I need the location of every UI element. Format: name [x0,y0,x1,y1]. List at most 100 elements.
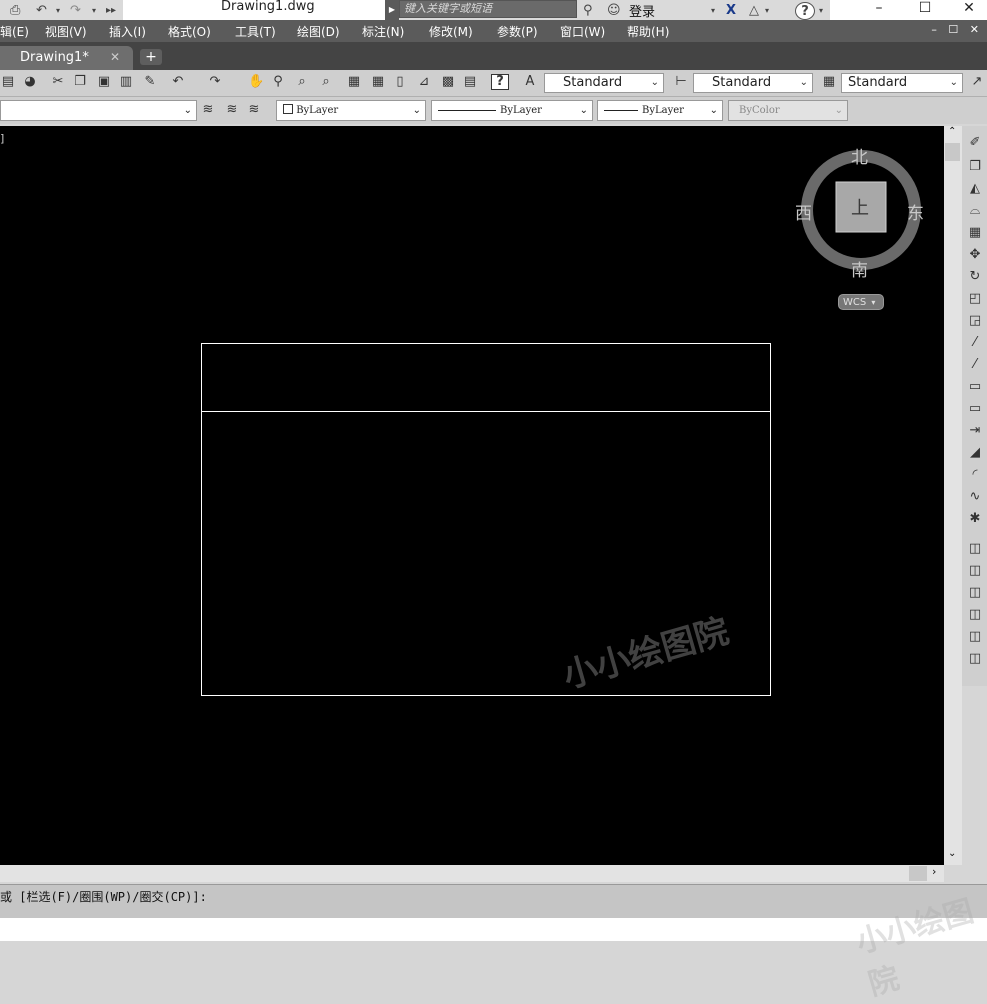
multileader-style-icon[interactable]: ↗ [969,74,985,90]
menu-modify[interactable]: 修改(M) [429,23,473,40]
zoom-realtime-icon[interactable]: ⚲ [270,74,286,90]
exchange-icon[interactable]: X [726,2,736,18]
layer-previous-icon[interactable]: ≋ [246,102,262,118]
explode-icon[interactable]: ✱ [966,510,984,528]
break-at-point-icon[interactable]: ▭ [966,378,984,396]
scale-icon[interactable]: ◰ [966,290,984,308]
vertical-scroll-thumb[interactable] [945,143,960,161]
zoom-previous-icon[interactable]: ⌕ [318,74,334,90]
extend-icon[interactable]: ⁄ [966,356,984,374]
expand-quick-access-icon[interactable]: ▸▸ [106,2,116,18]
user-icon[interactable]: ☺ [607,2,621,18]
copy-icon[interactable]: ❐ [72,74,88,90]
plot-icon[interactable]: ▤ [0,74,16,90]
text-to-front-icon[interactable]: ◫ [966,628,984,646]
mirror-icon[interactable]: ◭ [966,180,984,198]
color-select[interactable]: ByLayer ⌄ [276,100,426,121]
drawing-canvas[interactable]: 北 南 东 西 上 WCS ▾ ] 小小绘图院 [0,126,944,865]
redo-dropdown-icon[interactable]: ▾ [92,2,96,18]
layer-properties-icon[interactable]: ≋ [200,102,216,118]
draworder-front-icon[interactable]: ◫ [966,540,984,558]
dim-style-select[interactable]: Standard ⌄ [693,73,813,93]
command-line[interactable]: 或 [栏选(F)/圈围(WP)/圈交(CP)]: [0,884,987,919]
tab-close-icon[interactable]: ✕ [110,50,120,64]
scroll-down-icon[interactable]: ⌄ [948,848,956,859]
help-icon[interactable]: ? [795,2,815,20]
trim-icon[interactable]: ⁄ [966,334,984,352]
undo-icon[interactable]: ↶ [36,2,47,18]
layer-select[interactable]: ⌄ [0,100,197,121]
sheet-set-icon[interactable]: ⊿ [416,74,432,90]
pan-icon[interactable]: ✋ [248,74,264,90]
stretch-icon[interactable]: ◲ [966,312,984,330]
search-input[interactable] [399,0,577,18]
menu-edit[interactable]: 辑(E) [0,23,29,40]
login-dropdown-icon[interactable]: ▾ [711,2,715,18]
lineweight-select[interactable]: ByLayer ⌄ [597,100,723,121]
new-tab-button[interactable]: + [140,49,162,65]
hatch-to-back-icon[interactable]: ◫ [966,650,984,668]
binoculars-icon[interactable]: ⚲ [583,2,593,18]
autodesk-a360-icon[interactable]: △ [749,2,759,18]
viewcube-top-label[interactable]: 上 [851,194,869,220]
menu-view[interactable]: 视图(V) [45,23,87,40]
horizontal-scroll-thumb[interactable] [909,866,927,881]
help-dropdown-icon[interactable]: ▾ [819,2,823,18]
viewcube-north[interactable]: 北 [851,143,868,168]
paste-icon[interactable]: ▣ [96,74,112,90]
tab-drawing1[interactable]: Drawing1* ✕ [0,46,133,70]
match-properties-icon[interactable]: ✎ [142,74,158,90]
undo-dropdown-icon[interactable]: ▾ [56,2,60,18]
fillet-icon[interactable]: ◜ [966,466,984,484]
dim-style-icon[interactable]: ⊢ [673,74,689,90]
menu-draw[interactable]: 绘图(D) [297,23,340,40]
viewcube-east[interactable]: 东 [907,199,924,224]
move-icon[interactable]: ✥ [966,246,984,264]
properties-icon[interactable]: ▦ [346,74,362,90]
chamfer-icon[interactable]: ◢ [966,444,984,462]
rotate-icon[interactable]: ↻ [966,268,984,286]
text-style-icon[interactable]: A [522,74,538,90]
break-icon[interactable]: ▭ [966,400,984,418]
draworder-above-icon[interactable]: ◫ [966,584,984,602]
make-current-layer-icon[interactable]: ≋ [224,102,240,118]
menu-help[interactable]: 帮助(H) [627,23,669,40]
design-center-icon[interactable]: ▦ [370,74,386,90]
menu-dimension[interactable]: 标注(N) [362,23,404,40]
menu-insert[interactable]: 插入(I) [109,23,146,40]
viewport-controls-icon[interactable]: ] [0,132,4,145]
mdi-window-controls[interactable]: – ☐ ✕ [931,23,983,36]
minimize-button[interactable]: – [856,0,902,20]
print-icon[interactable]: ⎙ [10,2,20,18]
redo-icon[interactable]: ↷ [70,2,81,18]
blend-curves-icon[interactable]: ∿ [966,488,984,506]
ucs-menu-button[interactable]: WCS ▾ [838,294,884,310]
draworder-under-icon[interactable]: ◫ [966,606,984,624]
menu-window[interactable]: 窗口(W) [560,23,605,40]
tool-palettes-icon[interactable]: ▯ [392,74,408,90]
table-style-select[interactable]: Standard ⌄ [841,73,963,93]
scroll-up-icon[interactable]: ⌃ [948,126,956,137]
erase-icon[interactable]: ✐ [966,134,984,152]
search-expand-icon[interactable]: ▶ [385,0,399,20]
copy-object-icon[interactable]: ❐ [966,158,984,176]
vertical-scrollbar[interactable]: ⌃ ⌄ [944,126,962,865]
zoom-window-icon[interactable]: ⌕ [294,74,310,90]
markup-icon[interactable]: ▩ [440,74,456,90]
offset-icon[interactable]: ⌓ [966,202,984,220]
menu-tools[interactable]: 工具(T) [235,23,276,40]
maximize-button[interactable]: ☐ [902,0,948,20]
horizontal-scrollbar[interactable]: › [0,865,944,882]
linetype-select[interactable]: ByLayer ⌄ [431,100,593,121]
viewcube-west[interactable]: 西 [795,199,812,224]
viewcube-south[interactable]: 南 [851,256,868,281]
help-toolbar-icon[interactable]: ? [491,74,509,90]
table-style-icon[interactable]: ▦ [821,74,837,90]
close-window-button[interactable]: ✕ [946,0,987,20]
paste-special-icon[interactable]: ▥ [118,74,134,90]
text-style-select[interactable]: Standard ⌄ [544,73,664,93]
menu-parametric[interactable]: 参数(P) [497,23,538,40]
undo-toolbar-icon[interactable]: ↶ [170,74,186,90]
scroll-right-icon[interactable]: › [932,865,936,878]
menu-format[interactable]: 格式(O) [168,23,211,40]
